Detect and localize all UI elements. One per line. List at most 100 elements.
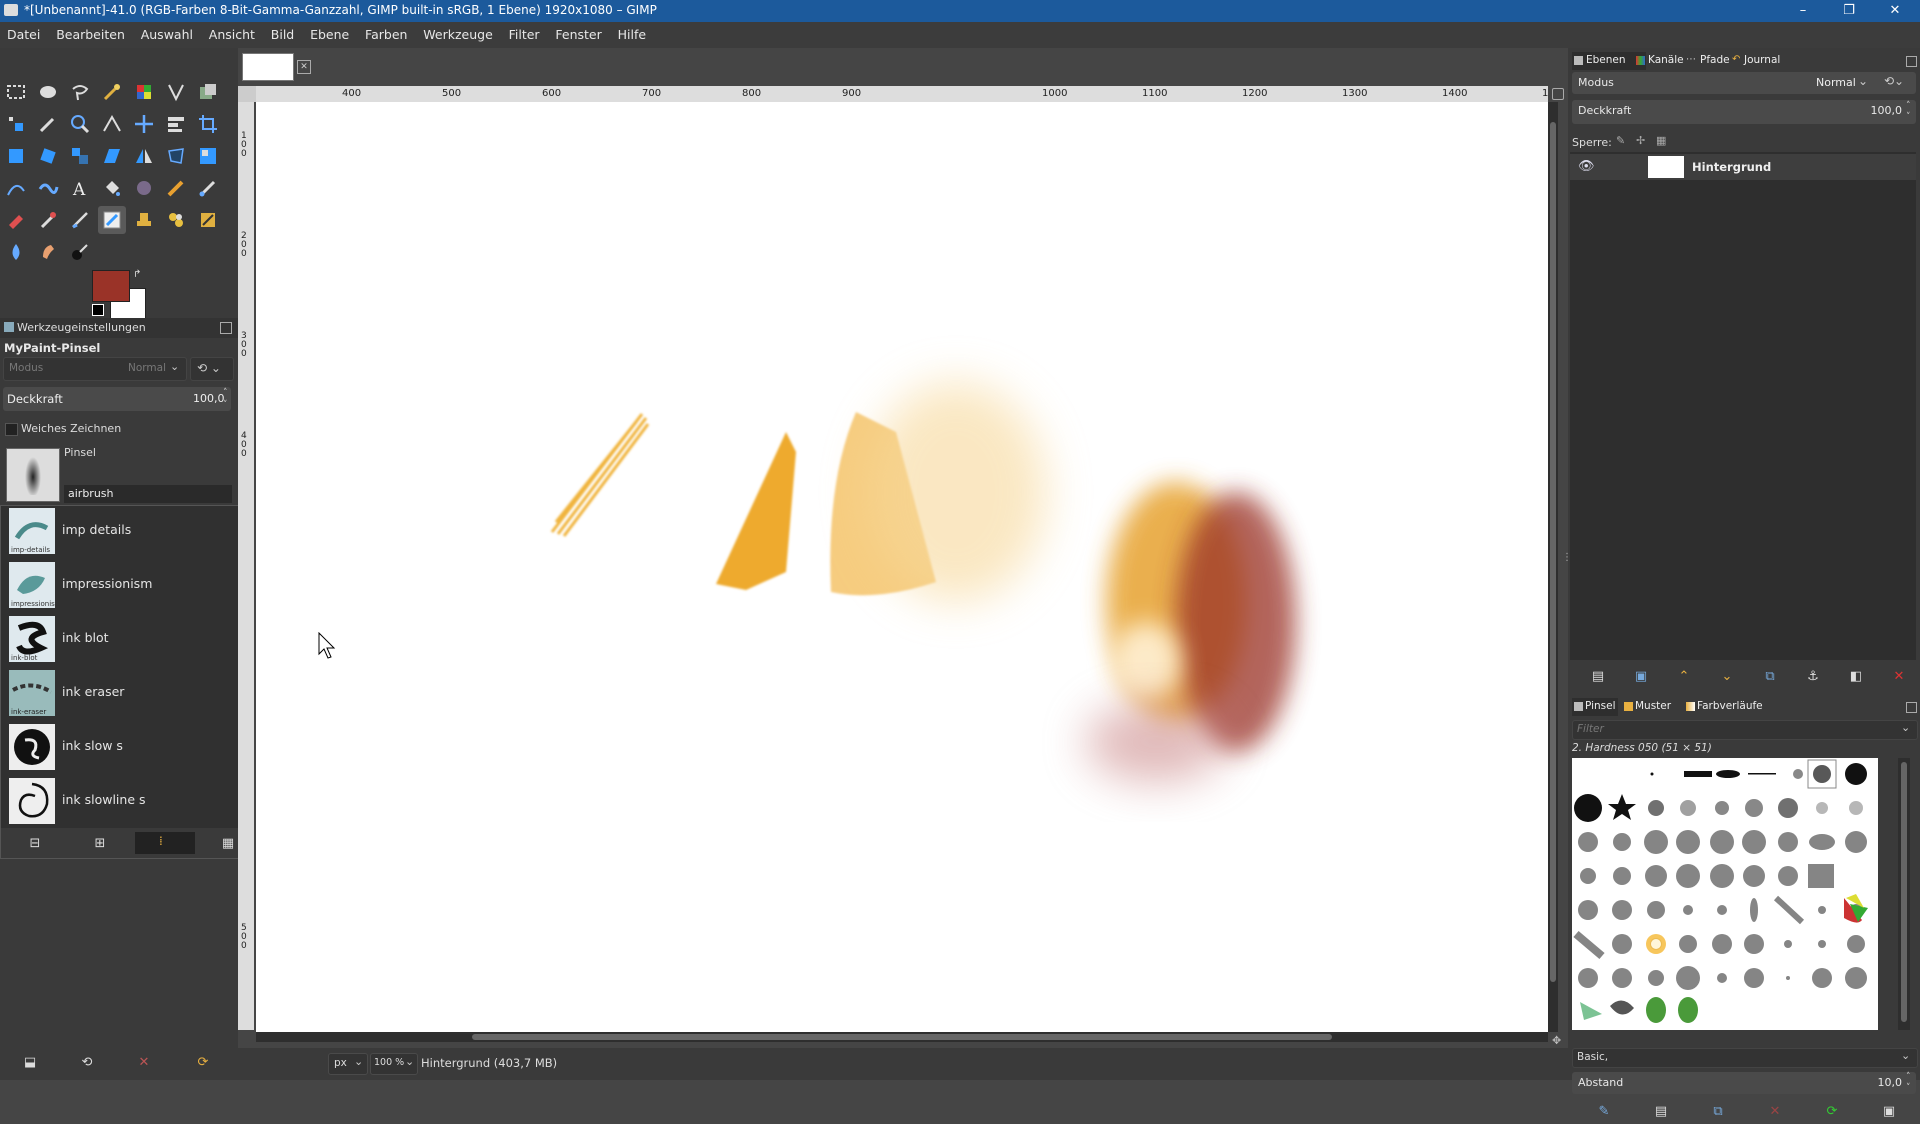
vertical-scroll-thumb[interactable] [1550, 122, 1556, 982]
edit-brush-icon[interactable]: ✎ [1594, 1101, 1614, 1121]
brush-grid-scrollbar[interactable] [1898, 758, 1910, 1030]
larger-previews-icon[interactable]: ⊞ [90, 833, 110, 853]
navigate-icon[interactable]: ✥ [1552, 1034, 1561, 1047]
brush-spacing-slider[interactable]: Abstand 10,0 ˄ ˅ [1572, 1072, 1916, 1094]
delete-brush-icon[interactable]: ✕ [1765, 1101, 1785, 1121]
close-image-tab-icon[interactable]: ✕ [297, 60, 311, 74]
mypaint-brush-tool-icon[interactable] [98, 206, 126, 234]
free-select-tool-icon[interactable] [66, 78, 94, 106]
zoom-dropdown[interactable]: 100 % ⌄ [370, 1053, 418, 1075]
paths-tool-icon[interactable] [2, 174, 30, 202]
flip-tool-icon[interactable] [130, 142, 158, 170]
tab-farbverlaeufe[interactable]: Farbverläufe [1684, 698, 1774, 716]
brush-grid-scroll-thumb[interactable] [1901, 762, 1907, 1022]
delete-tool-preset-icon[interactable]: ✕ [134, 1052, 154, 1072]
brush-tag-dropdown[interactable]: Basic, ⌄ [1572, 1048, 1918, 1068]
horizontal-scrollbar[interactable] [256, 1032, 1548, 1042]
spin-arrows-icon[interactable]: ˄ ˅ [1906, 101, 1911, 123]
smudge-tool-icon[interactable] [34, 238, 62, 266]
close-button[interactable]: ✕ [1872, 0, 1918, 22]
text-tool-icon[interactable]: A [66, 174, 94, 202]
dodge-burn-tool-icon[interactable] [66, 238, 94, 266]
lock-alpha-icon[interactable]: ▦ [1656, 134, 1666, 147]
menu-ansicht[interactable]: Ansicht [202, 22, 260, 42]
grid-view-icon[interactable]: ▦ [218, 833, 238, 853]
default-colors-icon[interactable] [92, 304, 104, 316]
eye-visibility-icon[interactable]: 👁 [1578, 159, 1595, 174]
opacity-slider[interactable]: Deckkraft 100,0 ˄ ˅ [3, 387, 231, 411]
lock-position-icon[interactable]: ✢ [1636, 134, 1645, 147]
tab-pfade[interactable]: Pfade ⋯ [1684, 52, 1734, 70]
dock-menu-icon[interactable] [1906, 702, 1917, 713]
shear-tool-icon[interactable] [98, 142, 126, 170]
dock-menu-icon[interactable] [1906, 56, 1917, 67]
eraser-tool-icon[interactable] [2, 206, 30, 234]
smaller-previews-icon[interactable]: ⊟ [25, 833, 45, 853]
raise-layer-icon[interactable]: ⌃ [1674, 666, 1694, 686]
dock-resize-handle[interactable]: ⋮ [1562, 553, 1572, 573]
menu-bearbeiten[interactable]: Bearbeiten [49, 22, 130, 42]
lock-pixels-icon[interactable]: ✎ [1616, 134, 1625, 147]
minimize-button[interactable]: – [1780, 0, 1826, 22]
horizontal-scroll-thumb[interactable] [472, 1034, 1332, 1040]
move-pen-tool-icon[interactable] [34, 110, 62, 138]
move-tool-icon[interactable] [130, 110, 158, 138]
dock-menu-icon[interactable] [220, 322, 232, 334]
heal-tool-icon[interactable] [162, 206, 190, 234]
open-brush-as-image-icon[interactable]: ▣ [1879, 1101, 1899, 1121]
unified-transform-tool-icon[interactable] [2, 142, 30, 170]
tool-options-tab[interactable]: Werkzeugeinstellungen [0, 318, 238, 338]
duplicate-brush-icon[interactable]: ⧉ [1708, 1101, 1728, 1121]
brush-name-field[interactable]: airbrush [64, 485, 232, 503]
airbrush-tool-icon[interactable] [34, 206, 62, 234]
brush-filter-input[interactable]: Filter ⌄ [1572, 720, 1918, 740]
mode-reset-dropdown[interactable]: ⟲ ⌄ [190, 357, 234, 381]
scissors-select-tool-icon[interactable] [162, 78, 190, 106]
foreground-select-tool-icon[interactable] [194, 78, 222, 106]
vertical-ruler[interactable]: 100 200 300 400 500 [238, 102, 254, 1030]
menu-farben[interactable]: Farben [358, 22, 412, 42]
tab-pinsel[interactable]: Pinsel [1572, 698, 1618, 716]
reset-tool-options-icon[interactable]: ⟳ [193, 1052, 213, 1072]
select-by-color-tool-icon[interactable] [130, 78, 158, 106]
image-canvas[interactable] [256, 102, 1548, 1032]
unit-dropdown[interactable]: px ⌄ [328, 1053, 368, 1075]
menu-auswahl[interactable]: Auswahl [134, 22, 198, 42]
swap-colors-icon[interactable]: ↱ [133, 270, 143, 280]
layer-mode-dropdown[interactable]: Modus Normal ⌄ ⟲⌄ [1572, 72, 1916, 94]
brush-preview-button[interactable] [6, 448, 60, 502]
rect-select-tool-icon[interactable] [2, 78, 30, 106]
layer-row-hintergrund[interactable]: 👁 Hintergrund [1570, 154, 1916, 180]
scale-tool-icon[interactable] [66, 142, 94, 170]
measure-tool-icon[interactable] [98, 110, 126, 138]
mode-dropdown[interactable]: Modus Normal ⌄ [3, 357, 187, 381]
layer-opacity-slider[interactable]: Deckkraft 100,0 ˄ ˅ [1572, 100, 1916, 124]
duplicate-layer-icon[interactable]: ⧉ [1760, 666, 1780, 686]
restore-button[interactable]: ❐ [1826, 0, 1872, 22]
pencil-tool-icon[interactable] [162, 174, 190, 202]
ink-tool-icon[interactable] [66, 206, 94, 234]
refresh-brushes-icon[interactable]: ⟳ [1822, 1101, 1842, 1121]
layer-mask-icon[interactable]: ◧ [1846, 666, 1866, 686]
paintbrush-tool-icon[interactable] [194, 174, 222, 202]
rotate-tool-icon[interactable] [34, 142, 62, 170]
crop-tool-icon[interactable] [194, 110, 222, 138]
save-tool-preset-icon[interactable]: ⬓ [20, 1052, 40, 1072]
anchor-layer-icon[interactable]: ⚓ [1803, 666, 1823, 686]
menu-ebene[interactable]: Ebene [303, 22, 354, 42]
clone-tool-icon[interactable] [130, 206, 158, 234]
handle-transform-tool-icon[interactable] [194, 142, 222, 170]
align-distribute-tool-icon[interactable] [162, 110, 190, 138]
lower-layer-icon[interactable]: ⌄ [1717, 666, 1737, 686]
list-view-button[interactable]: ⁞ [135, 832, 195, 854]
menu-datei[interactable]: Datei [0, 22, 45, 42]
ellipse-select-tool-icon[interactable] [34, 78, 62, 106]
align-tool-icon[interactable] [2, 110, 30, 138]
restore-tool-preset-icon[interactable]: ⟲ [77, 1052, 97, 1072]
vertical-scrollbar[interactable] [1548, 102, 1558, 1032]
bucket-fill-tool-icon[interactable] [98, 174, 126, 202]
warp-transform-tool-icon[interactable] [34, 174, 62, 202]
menu-bild[interactable]: Bild [264, 22, 299, 42]
zoom-tool-icon[interactable] [66, 110, 94, 138]
fuzzy-select-tool-icon[interactable] [98, 78, 126, 106]
